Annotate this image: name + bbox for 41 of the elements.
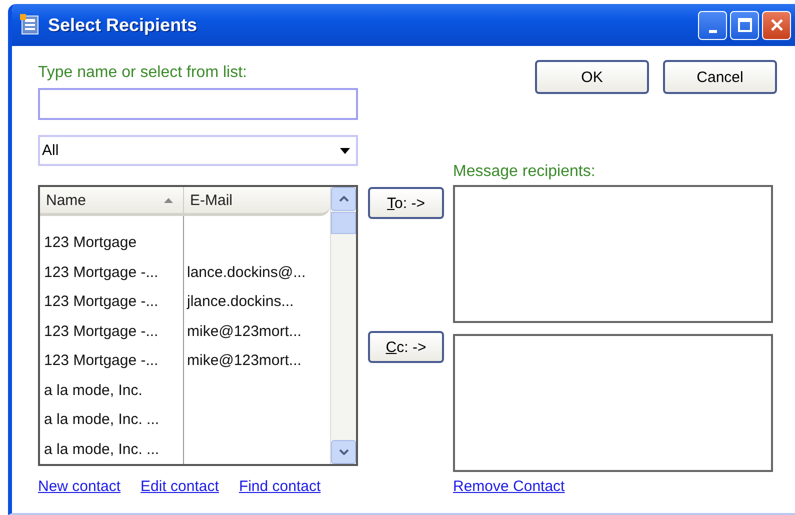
dialog-button[interactable]: OK xyxy=(535,60,649,94)
recipient-button[interactable]: To: -> xyxy=(368,187,444,219)
cc-recipients-box[interactable] xyxy=(453,334,773,472)
scroll-down-icon xyxy=(338,449,348,455)
scrollbar[interactable] xyxy=(330,187,356,464)
name-cell-text: a la mode, Inc. xyxy=(43,382,144,399)
recipients-label: Message recipients: xyxy=(453,163,596,182)
email-cell-text: mike@123mort... xyxy=(186,352,302,370)
name-cell-text: 123 Mortgage xyxy=(43,234,138,252)
name-cell-text: 123 Mortgage -... xyxy=(43,264,160,281)
remove-contact-link[interactable]: Remove Contact xyxy=(453,478,565,495)
email-cell-text: jlance.dockins... xyxy=(186,293,294,310)
minimize-button[interactable] xyxy=(698,10,727,40)
maximize-icon xyxy=(738,18,752,32)
close-button[interactable] xyxy=(762,10,791,40)
close-icon xyxy=(770,18,784,32)
column-header[interactable]: E-Mail xyxy=(184,187,233,213)
search-field[interactable] xyxy=(38,88,358,120)
recipient-button[interactable]: Cc: -> xyxy=(368,331,444,363)
dialog-button[interactable]: Cancel xyxy=(663,60,777,94)
email-cell-text: lance.dockins@... xyxy=(186,264,306,281)
window-title: Select Recipients xyxy=(48,14,198,36)
to-recipients-box[interactable] xyxy=(453,185,773,323)
email-cell-text: mike@123mort... xyxy=(186,322,302,340)
dropdown-arrow-icon xyxy=(340,148,350,154)
column-header[interactable]: Name xyxy=(40,187,184,213)
name-cell-text: 123 Mortgage -... xyxy=(43,293,160,310)
address-book-icon xyxy=(20,14,40,36)
contact-link[interactable]: New contact xyxy=(38,478,121,495)
contact-link[interactable]: Edit contact xyxy=(140,478,219,495)
name-cell-text: a la mode, Inc. ... xyxy=(43,440,160,458)
name-cell-text: 123 Mortgage -... xyxy=(43,352,160,370)
minimize-icon xyxy=(708,30,716,32)
contact-link[interactable]: Find contact xyxy=(238,478,321,495)
search-label: Type name or select from list: xyxy=(38,64,248,82)
name-cell-text: 123 Mortgage -... xyxy=(43,322,160,340)
scroll-up-icon xyxy=(338,196,348,202)
maximize-button[interactable] xyxy=(730,10,759,40)
name-cell-text: a la mode, Inc. ... xyxy=(43,411,160,428)
address-book-dropdown[interactable]: All xyxy=(38,135,358,166)
scrollbar-thumb[interactable] xyxy=(331,212,356,234)
